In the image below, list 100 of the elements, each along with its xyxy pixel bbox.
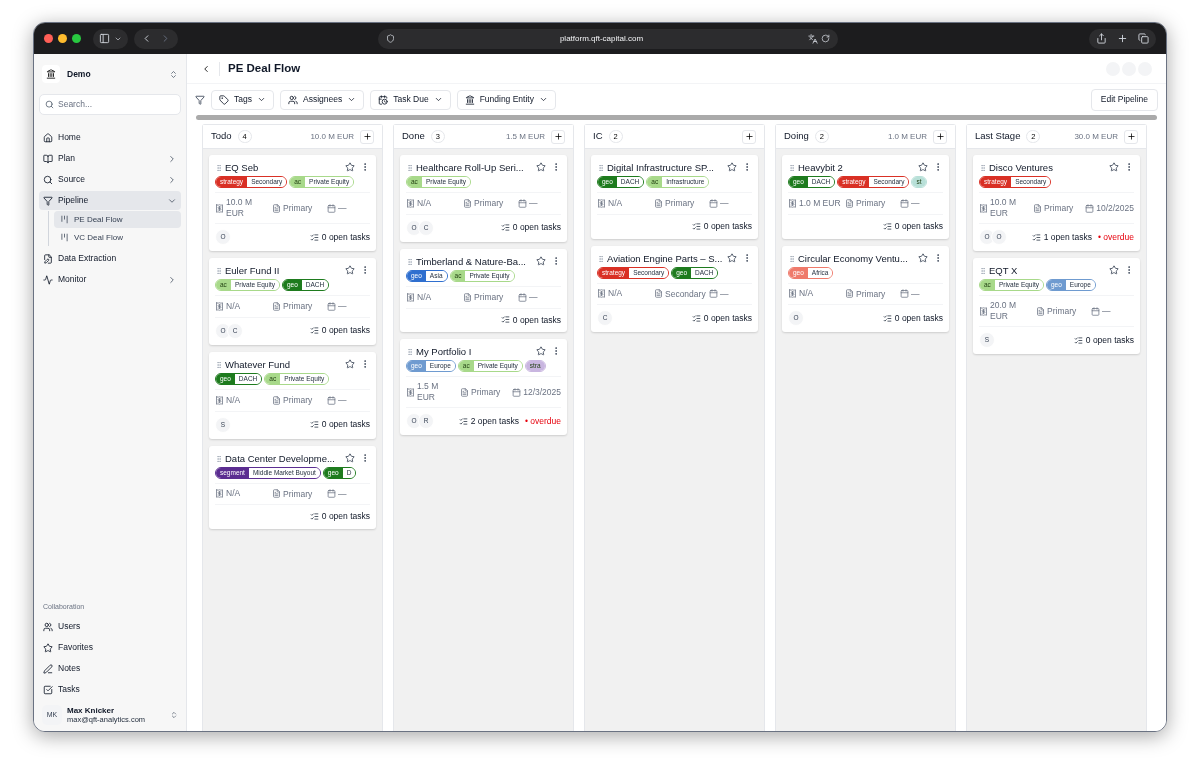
filter-dropdown[interactable]: Tags: [211, 89, 274, 110]
new-tab-icon[interactable]: [1117, 33, 1128, 44]
page-title: PE Deal Flow: [228, 60, 301, 76]
document-icon: [460, 387, 470, 397]
add-card-button[interactable]: [933, 129, 947, 144]
share-icon[interactable]: [1096, 33, 1107, 44]
chevron-icon: [538, 95, 548, 104]
calendar-icon: [709, 198, 718, 208]
star-icon[interactable]: [918, 252, 928, 263]
nav-subitem[interactable]: PE Deal Flow: [54, 211, 181, 228]
add-card-button[interactable]: [551, 129, 565, 144]
filter-kind-icon: [287, 94, 298, 105]
filter-icon[interactable]: [195, 94, 205, 105]
reload-icon[interactable]: [821, 34, 830, 43]
back-icon[interactable]: [201, 63, 211, 74]
drag-handle-icon[interactable]: [406, 348, 414, 357]
drag-handle-icon[interactable]: [979, 164, 987, 172]
money-icon: [979, 203, 988, 213]
money-icon: [406, 387, 415, 397]
nav-item[interactable]: Pipeline: [39, 191, 181, 210]
deal-title: EQ Seb: [225, 161, 260, 174]
nav-icon: [43, 274, 53, 285]
star-icon[interactable]: [345, 265, 355, 275]
drag-handle-icon[interactable]: [597, 254, 605, 263]
search-input[interactable]: Search...: [58, 98, 175, 111]
filter-dropdown[interactable]: Funding Entity: [456, 89, 556, 110]
deal-amount: 1.0 M EUR: [799, 197, 841, 209]
url-text: platform.qft-capital.com: [558, 32, 645, 45]
deal-date: 10/2/2025: [1096, 201, 1134, 215]
translate-icon[interactable]: [808, 33, 818, 44]
drag-handle-icon[interactable]: [979, 267, 987, 275]
drag-handle-icon[interactable]: [215, 454, 223, 463]
document-icon: [272, 301, 281, 311]
deal-amount: 1.5 M EUR: [417, 381, 440, 404]
sidebar-menu-button[interactable]: [93, 28, 128, 49]
drag-handle-icon[interactable]: [406, 164, 414, 172]
calendar-icon: [709, 289, 718, 299]
nav-item[interactable]: Home: [39, 128, 181, 147]
scrollbar[interactable]: [196, 115, 1157, 120]
nav-item[interactable]: Favorites: [39, 638, 181, 657]
board-icon: [60, 233, 69, 242]
deal-title: Aviation Engine Parts – S...: [607, 251, 724, 265]
open-tasks: 0 open tasks: [321, 510, 370, 523]
chevron-icon: [167, 174, 177, 185]
nav-item[interactable]: Source: [39, 170, 181, 189]
star-icon[interactable]: [536, 255, 546, 266]
document-icon: [845, 289, 854, 299]
nav-item[interactable]: Tasks: [39, 680, 181, 699]
nav-item[interactable]: Notes: [39, 659, 181, 678]
tabs-icon[interactable]: [1138, 33, 1149, 44]
drag-handle-icon[interactable]: [215, 164, 223, 172]
open-tasks: 0 open tasks: [894, 219, 943, 233]
calendar-icon: [327, 395, 336, 405]
star-icon[interactable]: [918, 162, 928, 172]
star-icon[interactable]: [536, 162, 546, 172]
add-card-button[interactable]: [1124, 129, 1138, 144]
nav-item[interactable]: Plan: [39, 149, 181, 168]
money-icon: [979, 306, 988, 316]
drag-handle-icon[interactable]: [215, 360, 223, 369]
drag-handle-icon[interactable]: [215, 267, 223, 275]
calendar-icon: [518, 198, 527, 208]
star-icon[interactable]: [1109, 162, 1119, 172]
deal-amount: N/A: [226, 300, 241, 312]
plus-icon: [1126, 132, 1136, 141]
open-tasks: 1 open tasks: [1043, 230, 1092, 244]
star-icon[interactable]: [727, 252, 737, 263]
nav-item[interactable]: Data Extraction: [39, 249, 181, 268]
star-icon[interactable]: [345, 452, 355, 463]
tasks-icon: [309, 326, 319, 336]
filter-dropdown[interactable]: Assignees: [279, 89, 365, 110]
column-title: Done: [402, 129, 425, 144]
edit-pipeline-button[interactable]: Edit Pipeline: [1090, 88, 1158, 111]
deal-title: Whatever Fund: [225, 357, 291, 371]
deal-amount: N/A: [226, 488, 241, 500]
workspace-switcher[interactable]: Demo: [39, 62, 181, 86]
search-field[interactable]: Search...: [39, 94, 181, 115]
nav-subitem[interactable]: VC Deal Flow: [54, 229, 181, 246]
tasks-icon: [309, 420, 319, 429]
star-icon[interactable]: [345, 162, 355, 172]
add-card-button[interactable]: [742, 129, 756, 144]
chevron-icon: [256, 95, 266, 104]
drag-handle-icon[interactable]: [406, 257, 414, 266]
tasks-icon: [309, 232, 319, 242]
drag-handle-icon[interactable]: [788, 254, 796, 263]
star-icon[interactable]: [536, 346, 546, 357]
add-card-button[interactable]: [360, 129, 374, 144]
nav-icon: [43, 684, 53, 695]
star-icon[interactable]: [1109, 265, 1119, 275]
plus-icon: [744, 132, 754, 141]
star-icon[interactable]: [345, 358, 355, 369]
nav-item[interactable]: Users: [39, 617, 181, 636]
drag-handle-icon[interactable]: [597, 164, 605, 172]
deal-type: Primary: [856, 287, 886, 301]
document-icon: [654, 198, 663, 208]
nav-item[interactable]: Monitor: [39, 270, 181, 289]
star-icon[interactable]: [727, 162, 737, 172]
drag-handle-icon[interactable]: [788, 164, 796, 172]
filter-dropdown[interactable]: Task Due: [370, 89, 451, 110]
address-bar[interactable]: platform.qft-capital.com: [378, 28, 838, 49]
tasks-icon: [1073, 335, 1083, 345]
